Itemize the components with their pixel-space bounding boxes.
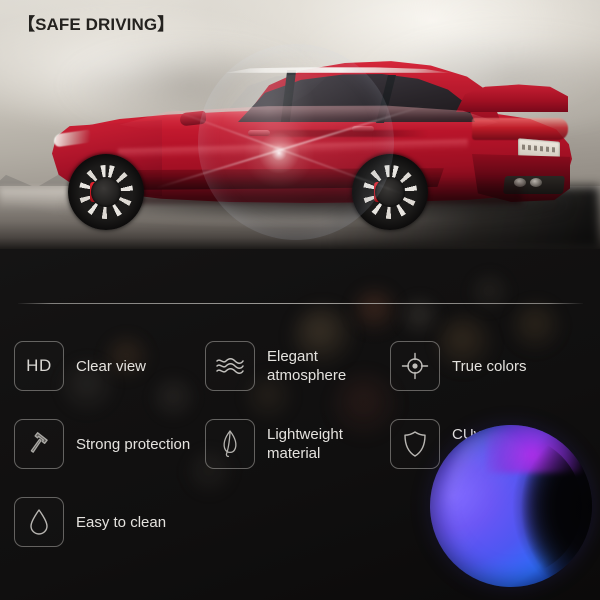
wheel-hub bbox=[91, 177, 121, 207]
waves-icon bbox=[205, 341, 255, 391]
uv-lens-graphic bbox=[430, 425, 592, 587]
water-drop-icon bbox=[14, 497, 64, 547]
feature-item-strong-protection: Strong protection bbox=[14, 419, 190, 469]
feature-item-true-colors: True colors bbox=[390, 341, 526, 391]
exhaust-tip bbox=[530, 178, 542, 187]
feature-label: Elegant atmosphere bbox=[267, 348, 347, 384]
leaf-icon bbox=[205, 419, 255, 469]
front-wheel bbox=[68, 154, 144, 230]
hd-icon: HD bbox=[14, 341, 64, 391]
feature-panel: HD Clear view Elegant atmosphere True co… bbox=[0, 249, 600, 600]
car-photo bbox=[0, 0, 600, 249]
feature-item-elegant-atmosphere: Elegant atmosphere bbox=[205, 341, 346, 391]
hammer-icon bbox=[14, 419, 64, 469]
feature-label: Strong protection bbox=[76, 435, 191, 453]
feature-item-lightweight-material: Lightweight material bbox=[205, 419, 343, 469]
hero-banner: 【SAFE DRIVING】 bbox=[0, 0, 600, 249]
lens-rim-highlight bbox=[430, 425, 592, 587]
lens-flare-glow bbox=[244, 118, 314, 188]
feature-label: Lightweight material bbox=[267, 426, 343, 462]
feature-item-clear-view: HD Clear view bbox=[14, 341, 146, 391]
page-title: 【SAFE DRIVING】 bbox=[18, 15, 175, 34]
shield-icon bbox=[390, 419, 440, 469]
feature-label: Clear view bbox=[76, 357, 147, 375]
feature-label: Easy to clean bbox=[76, 513, 167, 531]
crosshair-icon bbox=[390, 341, 440, 391]
feature-item-easy-to-clean: Easy to clean bbox=[14, 497, 166, 547]
hd-icon-label: HD bbox=[26, 356, 52, 375]
feature-label: True colors bbox=[452, 357, 527, 375]
product-feature-panel: 【SAFE DRIVING】 HD Clear view Elegant atm… bbox=[0, 0, 600, 600]
